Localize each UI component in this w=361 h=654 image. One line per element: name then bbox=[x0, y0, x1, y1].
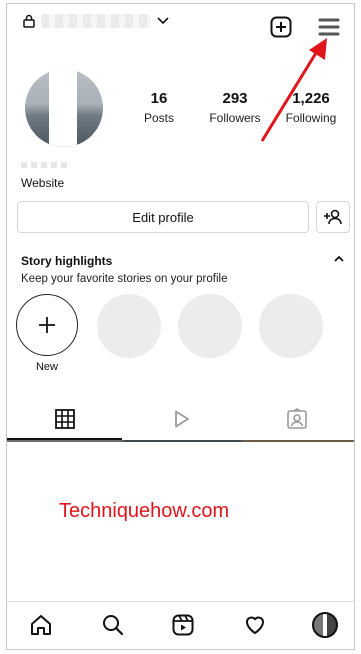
posts-stat[interactable]: 16 Posts bbox=[133, 90, 185, 125]
tab-tagged[interactable] bbox=[239, 401, 354, 437]
active-tab-indicator bbox=[7, 438, 122, 440]
search-icon bbox=[103, 615, 124, 636]
tab-grid[interactable] bbox=[7, 401, 122, 437]
highlights-title: Story highlights bbox=[21, 254, 113, 268]
chevron-down-icon bbox=[157, 17, 169, 25]
posts-label: Posts bbox=[143, 111, 174, 125]
play-icon bbox=[174, 410, 189, 428]
chevron-up-icon[interactable] bbox=[333, 254, 345, 262]
add-user-icon bbox=[324, 209, 342, 225]
following-label: Following bbox=[285, 111, 337, 125]
profile-screen: 16 Posts 293 Followers 1,226 Following W… bbox=[6, 3, 355, 650]
home-icon bbox=[31, 615, 51, 635]
username-redacted bbox=[41, 14, 151, 28]
tab-reels[interactable] bbox=[123, 401, 238, 437]
following-stat[interactable]: 1,226 Following bbox=[279, 90, 343, 125]
followers-count: 293 bbox=[222, 90, 248, 107]
avatar bbox=[312, 612, 338, 638]
following-count: 1,226 bbox=[292, 90, 330, 107]
posts-count: 16 bbox=[150, 90, 168, 107]
nav-profile[interactable] bbox=[309, 609, 341, 641]
nav-home[interactable] bbox=[25, 609, 57, 641]
plus-icon bbox=[39, 317, 55, 333]
nav-search[interactable] bbox=[97, 609, 129, 641]
grid-icon bbox=[54, 409, 75, 429]
highlights-subtitle: Keep your favorite stories on your profi… bbox=[21, 273, 228, 285]
new-highlight-label: New bbox=[35, 361, 58, 373]
discover-people-button[interactable] bbox=[316, 201, 350, 233]
nav-reels[interactable] bbox=[167, 609, 199, 641]
website-link[interactable]: Website bbox=[21, 176, 64, 190]
highlight-placeholder bbox=[259, 294, 323, 358]
followers-stat[interactable]: 293 Followers bbox=[203, 90, 267, 125]
tagged-person-icon bbox=[286, 408, 307, 429]
followers-label: Followers bbox=[209, 111, 261, 125]
highlight-placeholder bbox=[97, 294, 161, 358]
highlight-placeholder bbox=[178, 294, 242, 358]
heart-icon bbox=[246, 616, 264, 634]
display-name-redacted bbox=[21, 162, 71, 168]
account-switcher[interactable] bbox=[23, 14, 169, 28]
nav-activity[interactable] bbox=[239, 609, 271, 641]
watermark-text: Techniquehow.com bbox=[59, 500, 230, 522]
new-highlight-button[interactable] bbox=[16, 294, 78, 356]
edit-profile-button[interactable]: Edit profile bbox=[17, 201, 309, 233]
reels-icon bbox=[172, 614, 194, 636]
lock-icon bbox=[23, 14, 35, 28]
posts-grid-strip bbox=[7, 440, 354, 442]
bottom-nav-divider bbox=[7, 601, 354, 602]
profile-avatar[interactable] bbox=[25, 69, 103, 147]
